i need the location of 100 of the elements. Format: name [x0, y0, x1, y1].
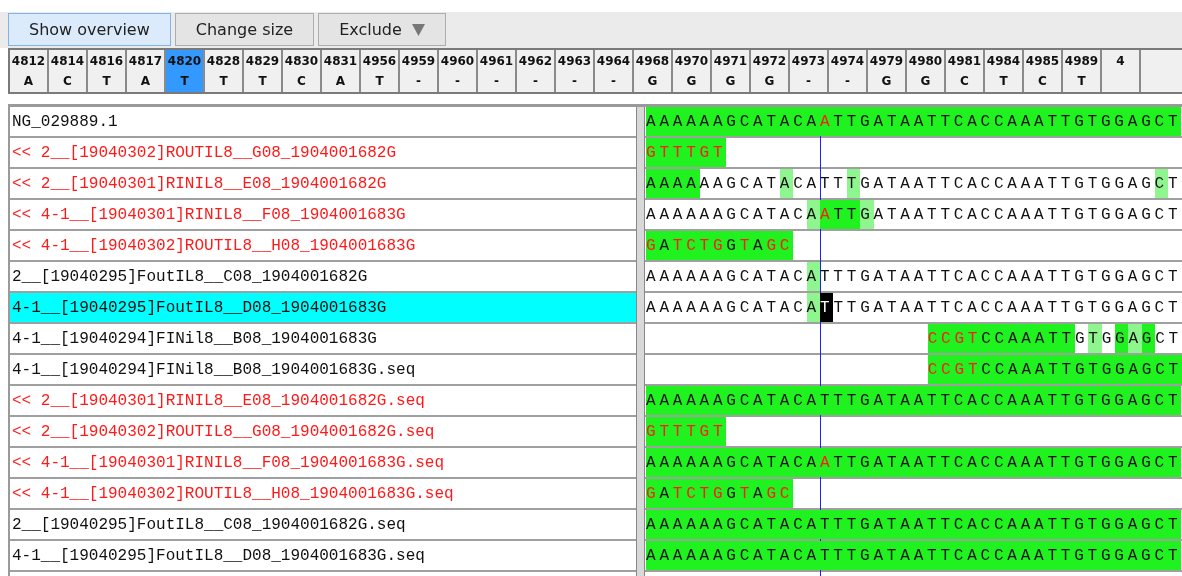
position-label: 4964 [596, 54, 631, 68]
sequence-name[interactable]: 4-1__[19040295]FoutIL8__D08_1904001683G [10, 293, 636, 324]
ruler-column[interactable]: 4985 C [1024, 50, 1063, 92]
sequence-text: GTTTGT [646, 417, 727, 446]
pane-splitter[interactable] [636, 107, 645, 576]
base-label: - [455, 74, 460, 88]
ruler-column[interactable]: 4956 T [361, 50, 400, 92]
sequence-text: AAAAAAGCATACA ATTGATAATTCACCAAATTGTGGAGCT [646, 448, 1182, 477]
sequence-text: AAAAAAGCATACATTTGATAATTCACCAAATTGTGGAGCT [646, 541, 1182, 570]
ruler-column[interactable]: 4816 T [88, 50, 127, 92]
position-label: 4963 [557, 54, 592, 68]
ruler-column[interactable]: 4814 C [49, 50, 88, 92]
base-label: T [180, 74, 189, 88]
base-label: T [1077, 74, 1086, 88]
ruler-column[interactable]: 4831 A [322, 50, 361, 92]
position-label: 4971 [713, 54, 748, 68]
base-label: T [375, 74, 384, 88]
base-label: - [572, 74, 577, 88]
base-label: T [258, 74, 267, 88]
ruler-column[interactable]: 4981 C [946, 50, 985, 92]
sequence-text: CCGT CCAAATT GTG GAG CT [927, 324, 1182, 353]
ruler-column[interactable]: 4963 - [556, 50, 595, 92]
position-label: 4962 [518, 54, 553, 68]
sequence-text: GTTTGT [646, 138, 727, 167]
ruler-column[interactable]: 4980 G [907, 50, 946, 92]
position-label: 4960 [440, 54, 475, 68]
ruler-column[interactable]: 4968 G [634, 50, 673, 92]
ruler-column[interactable]: 4829 T [244, 50, 283, 92]
sequence-text: CCGT CCAAATTGTGGAGCT [927, 355, 1182, 384]
position-label: 4968 [635, 54, 670, 68]
ruler-column[interactable]: 4973 - [790, 50, 829, 92]
position-label: 4972 [752, 54, 787, 68]
position-label: 4820 [167, 54, 202, 68]
ruler-column[interactable]: 4972 G [751, 50, 790, 92]
sequence-text: AAAAAAGCATACATTTGATAATTCACCAAATTGTGGAGCT [646, 386, 1182, 415]
base-label: C [1038, 74, 1047, 88]
position-label: 4 [1116, 54, 1125, 68]
base-label: - [533, 74, 538, 88]
base-label: A [140, 74, 151, 88]
position-label: 4956 [362, 54, 397, 68]
sequence-text: G A TCTG G T A GC [646, 231, 794, 260]
position-label: 4970 [674, 54, 709, 68]
ruler-column[interactable]: 4817 A [127, 50, 166, 92]
base-label: - [494, 74, 499, 88]
ruler-column[interactable]: 4979 G [868, 50, 907, 92]
toolbar-button[interactable]: Show overview [8, 13, 171, 46]
ruler-column[interactable]: 4970 G [673, 50, 712, 92]
base-label: T [999, 74, 1008, 88]
ruler-column[interactable]: 4984 T [985, 50, 1024, 92]
position-label: 4985 [1025, 54, 1060, 68]
position-label: 4981 [947, 54, 982, 68]
position-label: 4961 [479, 54, 514, 68]
ruler-column[interactable]: 4964 - [595, 50, 634, 92]
position-label: 4817 [128, 54, 163, 68]
ruler-column[interactable]: 4974 - [829, 50, 868, 92]
ruler-column[interactable]: 4820 T [166, 50, 205, 92]
ruler-column[interactable]: 4962 - [517, 50, 556, 92]
base-label: - [845, 74, 850, 88]
base-label: T [102, 74, 111, 88]
position-label: 4979 [869, 54, 904, 68]
base-label: - [416, 74, 421, 88]
position-label: 4984 [986, 54, 1021, 68]
base-label: C [63, 74, 72, 88]
base-label: G [647, 74, 658, 88]
position-label: 4973 [791, 54, 826, 68]
position-label: 4974 [830, 54, 865, 68]
base-label: A [335, 74, 346, 88]
position-label: 4980 [908, 54, 943, 68]
base-label: C [297, 74, 306, 88]
position-label: 4828 [206, 54, 241, 68]
caret-icon [411, 23, 425, 36]
position-label: 4830 [284, 54, 319, 68]
base-label: G [686, 74, 697, 88]
base-label: - [611, 74, 616, 88]
sequence-text: AAAAAAGCATAC A A TT G ATAATTCACCAAATTGTGGAGCT [646, 200, 1182, 229]
ruler-column[interactable]: 4960 - [439, 50, 478, 92]
sequence-text: G A TCTG G T A GC [646, 479, 794, 508]
base-label: C [960, 74, 969, 88]
position-label: 4829 [245, 54, 280, 68]
ruler-column[interactable]: 4971 G [712, 50, 751, 92]
ruler-column[interactable]: 4830 C [283, 50, 322, 92]
base-label: G [725, 74, 736, 88]
position-label: 4989 [1064, 54, 1099, 68]
ruler-column[interactable]: 4989 T [1063, 50, 1102, 92]
position-label: 4814 [50, 54, 85, 68]
ruler-column[interactable]: 4828 T [205, 50, 244, 92]
sequence-text: AAAAAAGCATACA ATTGATAATTCACCAAATTGTGGAGCT [646, 107, 1182, 136]
position-label: 4959 [401, 54, 436, 68]
ruler-column[interactable]: 4959 - [400, 50, 439, 92]
ruler-column[interactable]: 4812 A [10, 50, 49, 92]
base-label: G [920, 74, 931, 88]
dropdown-button[interactable]: Exclude [318, 13, 446, 46]
ruler-column[interactable]: 4961 - [478, 50, 517, 92]
position-label: 4816 [89, 54, 124, 68]
sequence-text: AAAAAAGCATAC A T TTGATAATTCACCAAATTGTGGAGCT [646, 293, 1182, 322]
toolbar-button[interactable]: Change size [174, 13, 315, 46]
base-label: G [764, 74, 775, 88]
position-label: 4812 [11, 54, 46, 68]
base-label: A [23, 74, 34, 88]
sequence-text: AAAAAAGCATACATTTGATAATTCACCAAATTGTGGAGCT [646, 510, 1182, 539]
